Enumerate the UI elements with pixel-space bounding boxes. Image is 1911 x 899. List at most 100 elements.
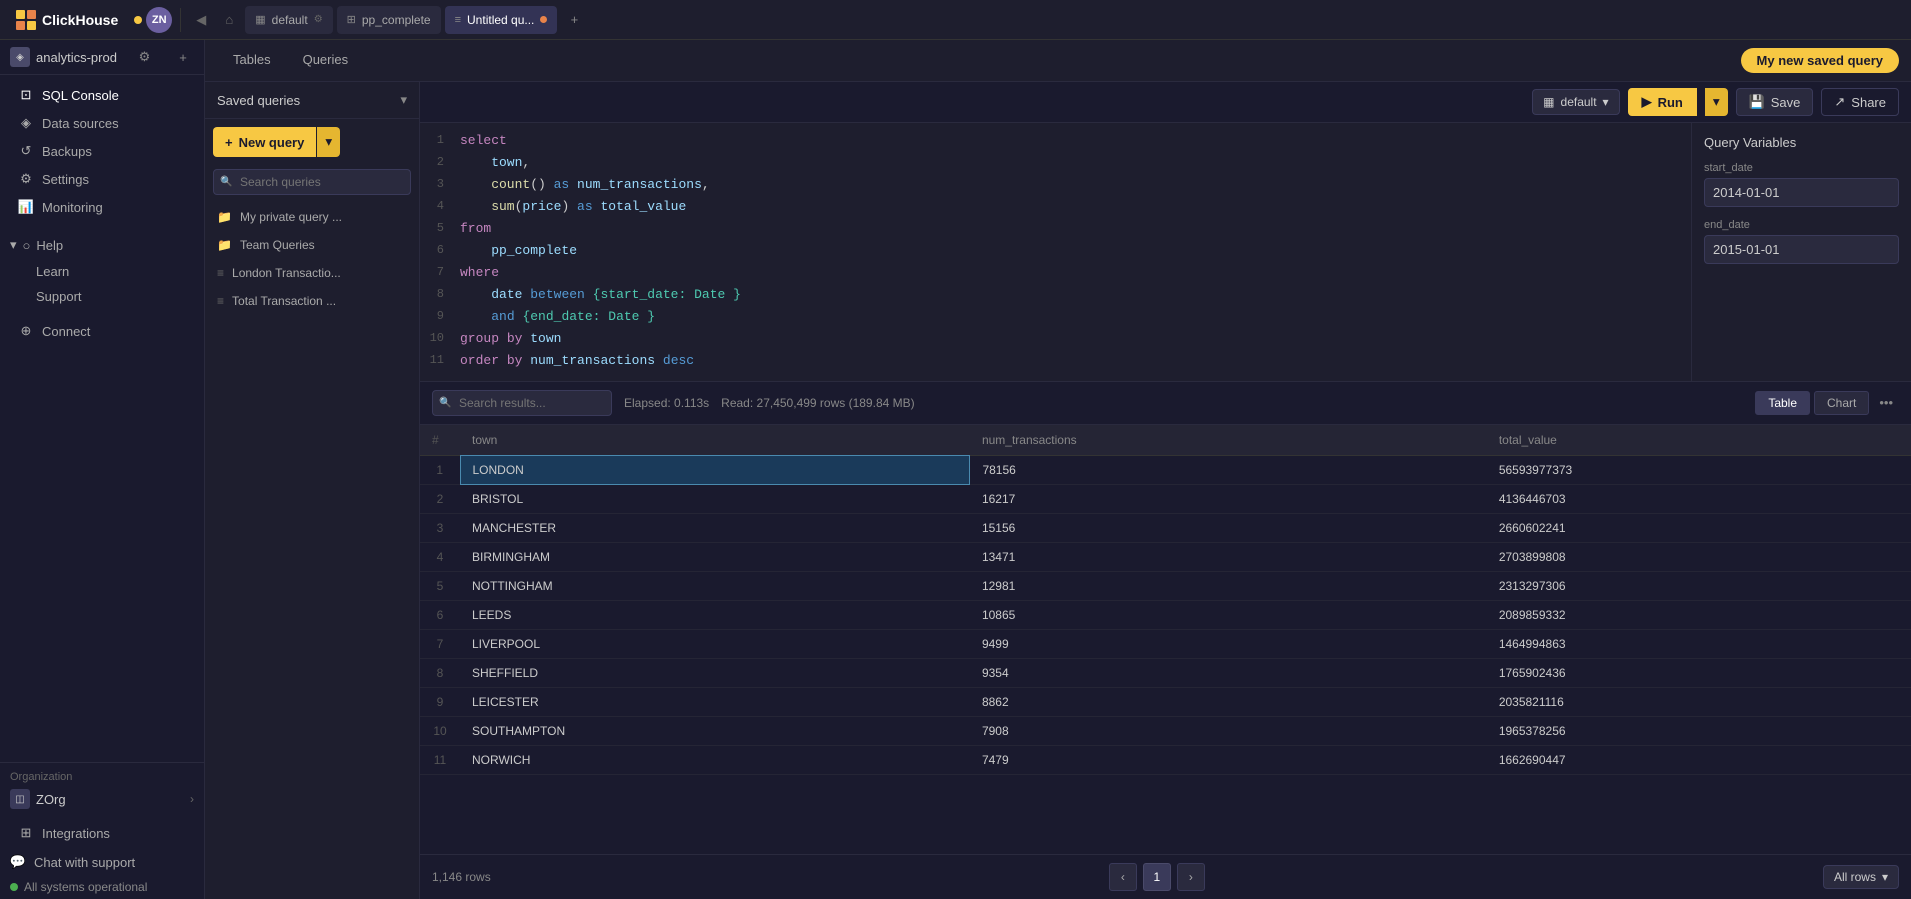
line-number: 1 — [420, 131, 456, 147]
cell-town: NORWICH — [460, 746, 970, 775]
share-btn[interactable]: ↗ Share — [1821, 88, 1899, 116]
table-row[interactable]: 11NORWICH74791662690447 — [420, 746, 1911, 775]
cell-town: SHEFFIELD — [460, 659, 970, 688]
sidebar-item-connect[interactable]: ⊕ Connect — [8, 317, 196, 345]
cell-town: BIRMINGHAM — [460, 543, 970, 572]
table-row[interactable]: 3MANCHESTER151562660602241 — [420, 514, 1911, 543]
sidebar-item-support[interactable]: Support — [36, 284, 194, 309]
col-num-transactions: num_transactions — [970, 425, 1487, 456]
database-selector[interactable]: ▦ default ▾ — [1532, 89, 1619, 115]
topbar: ClickHouse ZN ◀ ⌂ ▦ default ⚙ ⊞ pp_compl… — [0, 0, 1911, 40]
tab-untitled[interactable]: ≡ Untitled qu... — [445, 6, 558, 34]
run-btn[interactable]: ▶ Run — [1628, 88, 1697, 116]
list-item[interactable]: ≡ London Transactio... — [205, 259, 419, 287]
cell-row-num: 4 — [420, 543, 460, 572]
run-arrow-btn[interactable]: ▾ — [1705, 88, 1728, 116]
line-code: pp_complete — [456, 241, 1691, 260]
table-row[interactable]: 4BIRMINGHAM134712703899808 — [420, 543, 1911, 572]
new-query-arrow-btn[interactable]: ▾ — [317, 127, 340, 157]
tab-default[interactable]: ▦ default ⚙ — [245, 6, 332, 34]
cell-total-value: 56593977373 — [1487, 456, 1911, 485]
query-item-label: London Transactio... — [232, 266, 341, 280]
table-row[interactable]: 10SOUTHAMPTON79081965378256 — [420, 717, 1911, 746]
settings-icon: ⚙ — [18, 171, 34, 187]
saved-queries-panel: Saved queries ▾ + New query ▾ — [205, 82, 420, 899]
prev-page-btn[interactable]: ‹ — [1109, 863, 1137, 891]
tab-tables[interactable]: Tables — [217, 44, 287, 77]
sidebar-item-monitoring[interactable]: 📊 Monitoring — [8, 193, 196, 221]
table-row[interactable]: 8SHEFFIELD93541765902436 — [420, 659, 1911, 688]
active-query-tab[interactable]: My new saved query — [1741, 48, 1899, 73]
list-item[interactable]: 📁 Team Queries — [205, 231, 419, 259]
table-row[interactable]: 1LONDON7815656593977373 — [420, 456, 1911, 485]
table-row[interactable]: 5NOTTINGHAM129812313297306 — [420, 572, 1911, 601]
sidebar-item-data-sources[interactable]: ◈ Data sources — [8, 109, 196, 137]
line-code: select — [456, 131, 1691, 150]
view-chart-btn[interactable]: Chart — [1814, 391, 1869, 415]
rows-select-chevron: ▾ — [1882, 870, 1888, 884]
search-queries-input[interactable] — [213, 169, 411, 195]
connect-label: Connect — [42, 324, 90, 339]
cell-num-transactions: 7479 — [970, 746, 1487, 775]
query-list: 📁 My private query ... 📁 Team Queries ≡ … — [205, 203, 419, 899]
table-row[interactable]: 2BRISTOL162174136446703 — [420, 485, 1911, 514]
tab-table-icon: ⊞ — [347, 13, 356, 26]
cell-row-num: 2 — [420, 485, 460, 514]
view-table-btn[interactable]: Table — [1755, 391, 1810, 415]
cell-num-transactions: 12981 — [970, 572, 1487, 601]
tab-pp-complete[interactable]: ⊞ pp_complete — [337, 6, 441, 34]
org-item[interactable]: ◫ ZOrg › — [10, 789, 194, 809]
page-controls: ‹ 1 › — [1109, 863, 1205, 891]
sidebar-item-learn[interactable]: Learn — [36, 259, 194, 284]
cell-num-transactions: 7908 — [970, 717, 1487, 746]
chat-support-link[interactable]: 💬 Chat with support — [0, 849, 204, 875]
help-toggle[interactable]: ▾ ○ Help — [10, 231, 194, 259]
next-page-btn[interactable]: › — [1177, 863, 1205, 891]
col-total-value: total_value — [1487, 425, 1911, 456]
new-query-btn[interactable]: + New query — [213, 127, 316, 157]
cell-town: LEEDS — [460, 601, 970, 630]
add-tab-btn[interactable]: + — [561, 7, 587, 33]
connect-icon: ⊕ — [18, 323, 34, 339]
editor-results-panel: ▦ default ▾ ▶ Run ▾ 💾 Save — [420, 82, 1911, 899]
sidebar-item-backups[interactable]: ↺ Backups — [8, 137, 196, 165]
home-btn[interactable]: ⌂ — [217, 8, 241, 32]
view-more-btn[interactable]: ••• — [1873, 391, 1899, 415]
sidebar-item-settings[interactable]: ⚙ Settings — [8, 165, 196, 193]
cell-num-transactions: 10865 — [970, 601, 1487, 630]
list-item[interactable]: ≡ Total Transaction ... — [205, 287, 419, 315]
code-line: 8 date between {start_date: Date } — [420, 285, 1691, 307]
content-area: Tables Queries My new saved query Saved … — [205, 40, 1911, 899]
user-avatar[interactable]: ZN — [146, 7, 172, 33]
code-line: 7where — [420, 263, 1691, 285]
backups-label: Backups — [42, 144, 92, 159]
workspace-options-btn[interactable]: ⚙ — [133, 46, 155, 68]
code-editor[interactable]: 1select2 town,3 count() as num_transacti… — [420, 123, 1691, 381]
save-icon: 💾 — [1749, 94, 1765, 110]
start-date-input[interactable] — [1704, 178, 1899, 207]
save-btn[interactable]: 💾 Save — [1736, 88, 1814, 116]
rows-per-page-select[interactable]: All rows ▾ — [1823, 865, 1899, 889]
query-icon: ≡ — [217, 294, 224, 308]
sidebar-item-sql-console[interactable]: ⊡ SQL Console — [8, 81, 196, 109]
sidebar-item-integrations[interactable]: ⊞ Integrations — [8, 819, 196, 847]
query-item-label: Total Transaction ... — [232, 294, 336, 308]
table-row[interactable]: 9LEICESTER88622035821116 — [420, 688, 1911, 717]
org-expand-icon: › — [190, 792, 194, 806]
run-label: Run — [1658, 95, 1683, 110]
search-results-input[interactable] — [432, 390, 612, 416]
list-item[interactable]: 📁 My private query ... — [205, 203, 419, 231]
cell-row-num: 7 — [420, 630, 460, 659]
terminal-icon: ⊡ — [18, 87, 34, 103]
saved-queries-toggle-icon[interactable]: ▾ — [400, 92, 407, 108]
tab-queries[interactable]: Queries — [287, 44, 365, 77]
workspace-add-btn[interactable]: + — [172, 46, 194, 68]
results-area: Elapsed: 0.113s Read: 27,450,499 rows (1… — [420, 382, 1911, 899]
line-number: 6 — [420, 241, 456, 257]
nav-back-btn[interactable]: ◀ — [189, 8, 213, 32]
run-icon: ▶ — [1642, 94, 1652, 110]
table-row[interactable]: 6LEEDS108652089859332 — [420, 601, 1911, 630]
end-date-input[interactable] — [1704, 235, 1899, 264]
plus-icon: + — [225, 135, 233, 150]
table-row[interactable]: 7LIVERPOOL94991464994863 — [420, 630, 1911, 659]
